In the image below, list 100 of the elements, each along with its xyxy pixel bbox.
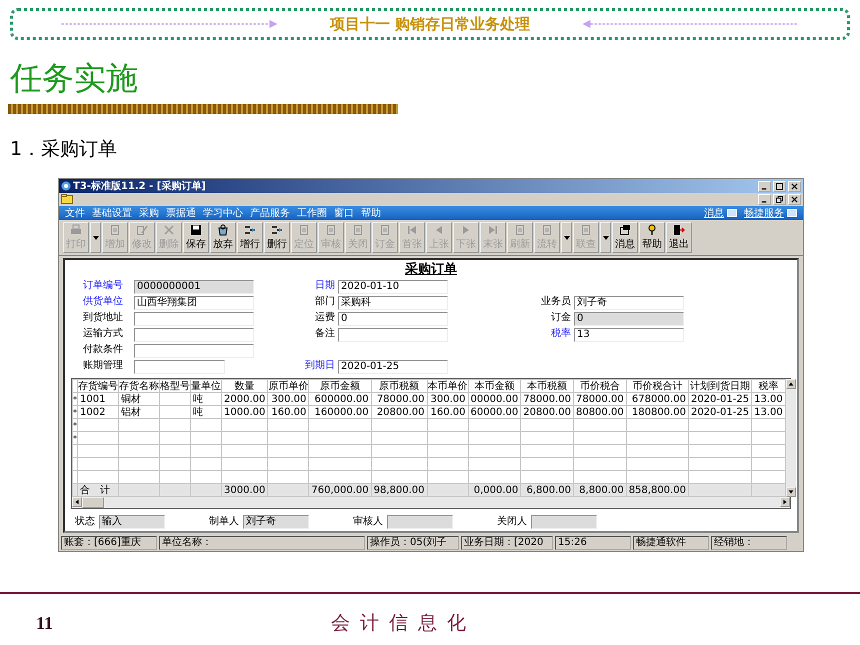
scroll-up-arrow-icon[interactable]	[786, 379, 796, 389]
minimize-button[interactable]	[758, 180, 771, 192]
input-field[interactable]	[134, 312, 254, 326]
app-icon	[61, 181, 71, 191]
vertical-scrollbar[interactable]	[786, 379, 796, 497]
status-text: 单位名称：	[159, 536, 365, 550]
field-label: 订金	[550, 312, 571, 325]
close-button[interactable]	[788, 194, 801, 205]
table-cell: 160000.00	[308, 406, 372, 418]
row-marker: *	[72, 432, 78, 444]
printer-icon	[70, 224, 82, 236]
menu-link[interactable]: 畅捷服务	[744, 206, 784, 220]
toolbar-button[interactable]: 帮助	[639, 222, 665, 253]
column-header[interactable]: 币价税合	[573, 380, 626, 392]
first-icon	[406, 224, 418, 236]
menu-item[interactable]: 窗口	[334, 206, 354, 220]
toolbar-button[interactable]: 放弃	[210, 222, 236, 253]
maximize-button[interactable]	[773, 180, 786, 192]
table-cell: 160.00	[268, 406, 309, 418]
input-field[interactable]: 0	[338, 312, 448, 326]
row-marker: *	[72, 418, 78, 432]
menu-item[interactable]: 采购	[139, 206, 159, 220]
status-text: 畅捷通软件	[633, 536, 709, 550]
menu-item[interactable]: 工作圈	[297, 206, 327, 220]
menu-item[interactable]: 学习中心	[203, 206, 243, 220]
input-field[interactable]	[387, 515, 453, 529]
toolbar-button[interactable]: 删行	[264, 222, 290, 253]
page-icon	[298, 224, 310, 236]
column-header[interactable]: 数量	[222, 380, 268, 392]
page-icon	[109, 224, 121, 236]
folder-icon	[61, 194, 73, 204]
table-cell	[160, 418, 190, 432]
field-label: 付款条件	[83, 344, 124, 357]
table-cell	[308, 418, 372, 432]
input-field[interactable]: 输入	[99, 515, 165, 529]
input-field[interactable]: 山西华翔集团	[134, 296, 254, 310]
field-label: 关闭人	[497, 516, 527, 528]
rows-icon	[244, 224, 256, 236]
close-icon	[791, 196, 798, 203]
close-icon	[791, 182, 798, 190]
menu-item[interactable]: 票据通	[166, 206, 196, 220]
table-cell: 1001	[78, 392, 118, 406]
table-cell	[520, 418, 574, 432]
menu-item[interactable]: 帮助	[361, 206, 381, 220]
input-field[interactable]: 刘子奇	[574, 296, 684, 310]
field-label: 税率	[550, 328, 571, 341]
column-header[interactable]: 量单位	[190, 380, 222, 392]
column-header[interactable]: 原币单价	[268, 380, 309, 392]
input-field[interactable]	[134, 344, 254, 358]
input-field[interactable]: 采购科	[338, 296, 448, 310]
field-label: 运费	[314, 312, 335, 325]
maximize-icon	[776, 182, 783, 190]
toolbar-button[interactable]: 消息	[612, 222, 638, 253]
restore-button[interactable]	[773, 194, 786, 205]
toolbar-button[interactable]: 保存	[183, 222, 209, 253]
input-field[interactable]	[531, 515, 597, 529]
table-cell	[222, 418, 268, 432]
table-cell	[427, 418, 468, 432]
restore-icon	[776, 196, 783, 203]
table-cell	[688, 418, 752, 432]
table-cell: 2020-01-25	[688, 392, 752, 406]
table-cell: 160.00	[427, 406, 468, 418]
scroll-left-arrow-icon[interactable]	[72, 497, 82, 507]
input-field[interactable]: 13	[574, 328, 684, 342]
column-header[interactable]: 币价税合计	[626, 380, 688, 392]
input-field[interactable]: 2020-01-10	[338, 280, 448, 294]
horizontal-scrollbar[interactable]	[72, 497, 790, 508]
banner-title: 项目十一 购销存日常业务处理	[330, 14, 530, 34]
table-cell: 1002	[78, 406, 118, 418]
input-field[interactable]	[134, 328, 254, 342]
table-cell: 00000.00	[468, 392, 521, 406]
input-field[interactable]: 刘子奇	[243, 515, 309, 529]
scrollbar-thumb[interactable]	[82, 497, 104, 508]
exit-icon	[673, 224, 685, 236]
status-text: 15:26	[555, 536, 631, 550]
menu-item[interactable]: 基础设置	[92, 206, 132, 220]
cup-icon	[217, 224, 229, 236]
column-header[interactable]: 计划到货日期	[688, 380, 752, 392]
close-button[interactable]	[788, 180, 801, 192]
input-field[interactable]: 2020-01-25	[338, 360, 448, 374]
toolbar-button[interactable]: 增行	[237, 222, 263, 253]
menu-item[interactable]: 文件	[65, 206, 85, 220]
table-cell	[78, 418, 118, 432]
scroll-right-arrow-icon[interactable]	[780, 497, 790, 507]
total-cell: 3000.00	[222, 484, 268, 496]
menu-item[interactable]: 产品服务	[250, 206, 290, 220]
input-field[interactable]	[338, 328, 448, 342]
minimize-button[interactable]	[758, 194, 771, 205]
pencil-icon	[136, 224, 148, 236]
input-field[interactable]: 0	[574, 312, 684, 326]
total-cell: 6,800.00	[520, 484, 574, 496]
menu-link[interactable]: 消息	[704, 206, 724, 220]
rows-icon	[271, 224, 283, 236]
page-icon	[580, 224, 592, 236]
table-cell: 300.00	[268, 392, 309, 406]
input-field[interactable]	[134, 360, 225, 374]
scroll-down-arrow-icon[interactable]	[786, 487, 796, 497]
input-field[interactable]: 0000000001	[134, 280, 254, 294]
field-label: 状态	[75, 516, 95, 528]
toolbar-button[interactable]: 退出	[666, 222, 692, 253]
